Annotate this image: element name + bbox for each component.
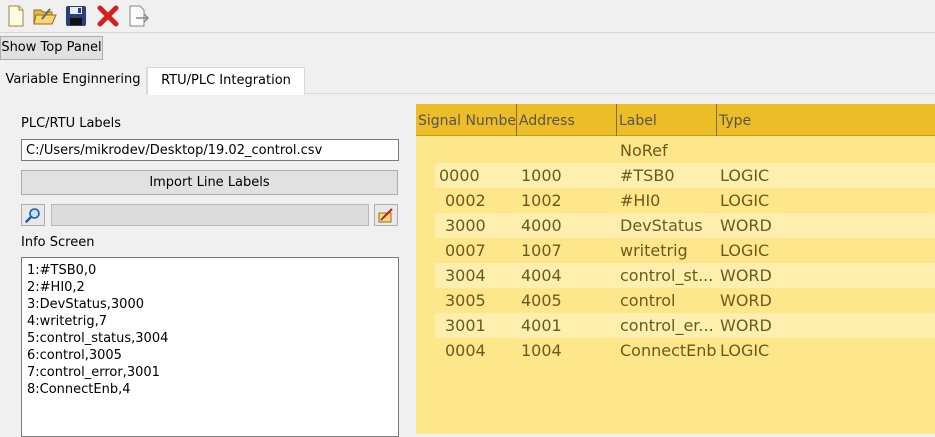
table-row[interactable]: 3005 4005 control WORD	[435, 288, 935, 313]
edit-icon	[378, 208, 393, 223]
cell-label: control_er...	[620, 316, 714, 335]
column-header-type[interactable]: Type	[717, 104, 935, 136]
cell-label: control_st...	[620, 266, 714, 285]
cell-signal: 0002	[445, 191, 486, 210]
info-line: 7:control_error,3001	[27, 365, 160, 380]
cell-type: WORD	[720, 316, 772, 335]
cell-address: 1000	[521, 166, 562, 185]
table-row[interactable]: 3000 4000 DevStatus WORD	[435, 213, 935, 238]
export-icon[interactable]	[127, 4, 151, 28]
search-button[interactable]	[21, 204, 45, 226]
column-header-signal-number[interactable]: Signal Number	[416, 104, 517, 136]
tab-bar: Variable Enginnering RTU/PLC Integration	[0, 67, 935, 95]
search-icon	[25, 208, 40, 223]
signal-grid: Signal Number Address Label Type NoRef 0…	[416, 104, 935, 434]
search-field[interactable]	[51, 204, 369, 226]
save-icon[interactable]	[64, 4, 88, 28]
cell-address: 4004	[521, 266, 562, 285]
cell-type: WORD	[720, 291, 772, 310]
table-row[interactable]: 0002 1002 #HI0 LOGIC	[435, 188, 935, 213]
table-row[interactable]: 3004 4004 control_st... WORD	[435, 263, 935, 288]
table-row[interactable]: NoRef	[435, 138, 935, 163]
info-line: 8:ConnectEnb,4	[27, 382, 131, 397]
info-screen-title: Info Screen	[21, 235, 95, 250]
cell-signal: 0004	[445, 341, 486, 360]
info-line: 4:writetrig,7	[27, 314, 108, 329]
cell-label: #TSB0	[620, 166, 675, 185]
cell-label: #HI0	[620, 191, 661, 210]
cell-label: ConnectEnb	[620, 341, 717, 360]
plc-rtu-labels-title: PLC/RTU Labels	[21, 116, 122, 131]
info-line: 5:control_status,3004	[27, 331, 169, 346]
cell-label: writetrig	[620, 241, 688, 260]
cell-type: WORD	[720, 266, 772, 285]
table-row[interactable]: 3001 4001 control_er... WORD	[435, 313, 935, 338]
cell-signal: 3000	[445, 216, 486, 235]
cell-type: LOGIC	[720, 341, 770, 360]
cell-label: control	[620, 291, 676, 310]
cell-address: 1007	[521, 241, 562, 260]
cell-signal: 3005	[445, 291, 486, 310]
delete-icon[interactable]	[96, 4, 120, 28]
column-header-label[interactable]: Label	[617, 104, 717, 136]
edit-button[interactable]	[374, 204, 398, 226]
cell-type: WORD	[720, 216, 772, 235]
tab-variable-engineering[interactable]: Variable Enginnering	[0, 67, 147, 94]
info-screen-textarea[interactable]: 1:#TSB0,0 2:#HI0,2 3:DevStatus,3000 4:wr…	[21, 257, 399, 437]
cell-type: LOGIC	[720, 241, 770, 260]
info-line: 3:DevStatus,3000	[27, 297, 144, 312]
cell-signal: 0000	[439, 166, 480, 185]
column-header-address[interactable]: Address	[517, 104, 617, 136]
open-folder-icon[interactable]	[33, 4, 57, 28]
table-row[interactable]: 0000 1000 #TSB0 LOGIC	[435, 163, 935, 188]
cell-address: 4000	[521, 216, 562, 235]
cell-address: 4005	[521, 291, 562, 310]
cell-address: 1002	[521, 191, 562, 210]
table-row[interactable]: 0004 1004 ConnectEnb LOGIC	[435, 338, 935, 363]
new-file-icon[interactable]	[4, 4, 28, 28]
info-line: 6:control,3005	[27, 348, 122, 363]
show-top-panel-button[interactable]: Show Top Panel	[0, 36, 103, 60]
cell-signal: 3004	[445, 266, 486, 285]
toolbar	[0, 0, 935, 33]
tab-rtu-plc-integration[interactable]: RTU/PLC Integration	[147, 67, 305, 95]
cell-address: 4001	[521, 316, 562, 335]
cell-signal: 0007	[445, 241, 486, 260]
csv-path-input[interactable]	[21, 139, 399, 161]
info-line: 2:#HI0,2	[27, 280, 85, 295]
cell-label: NoRef	[620, 141, 668, 160]
info-line: 1:#TSB0,0	[27, 263, 97, 278]
cell-label: DevStatus	[620, 216, 703, 235]
import-line-labels-button[interactable]: Import Line Labels	[21, 170, 398, 195]
cell-type: LOGIC	[720, 166, 770, 185]
table-row[interactable]: 0007 1007 writetrig LOGIC	[435, 238, 935, 263]
cell-address: 1004	[521, 341, 562, 360]
grid-header: Signal Number Address Label Type	[416, 104, 935, 136]
cell-signal: 3001	[445, 316, 486, 335]
cell-type: LOGIC	[720, 191, 770, 210]
